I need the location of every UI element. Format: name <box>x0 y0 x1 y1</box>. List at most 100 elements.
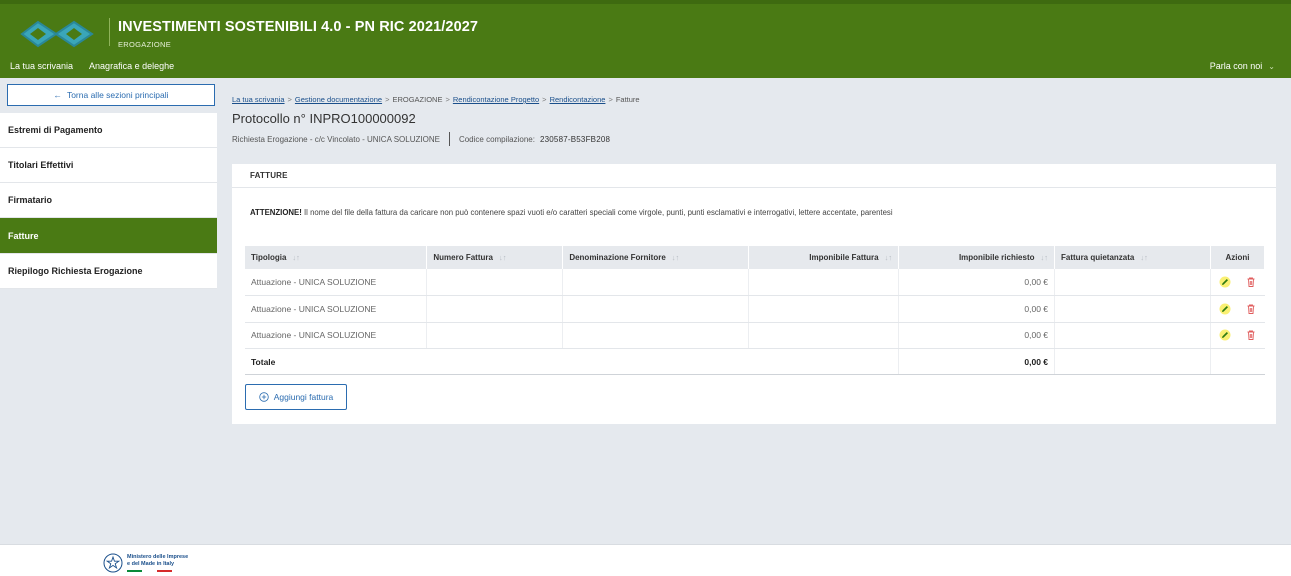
column-header-tipologia[interactable]: Tipologia ↓↑ <box>245 246 428 269</box>
request-type: Richiesta Erogazione - c/c Vincolato - U… <box>232 134 440 144</box>
column-label: Fattura quietanzata <box>1061 253 1135 262</box>
app-header: INVESTIMENTI SOSTENIBILI 4.0 - PN RIC 20… <box>0 0 1291 78</box>
sidebar-item-firmatario[interactable]: Firmatario <box>0 183 217 218</box>
table-row: Attuazione - UNICA SOLUZIONE 0,00 € <box>245 269 1265 296</box>
cell-quietanzata <box>1054 322 1211 349</box>
add-invoice-label: Aggiungi fattura <box>273 392 334 402</box>
footer: Ministero delle Imprese e del Made in It… <box>0 544 1291 576</box>
sidebar-menu: Estremi di Pagamento Titolari Effettivi … <box>0 113 217 289</box>
cell-imponibile-fattura <box>748 295 900 323</box>
pencil-edit-icon[interactable] <box>1219 276 1231 288</box>
code-label: Codice compilazione: <box>458 134 535 144</box>
warning-label: ATTENZIONE! <box>250 208 302 217</box>
total-value: 0,00 € <box>898 348 1056 375</box>
total-label: Totale <box>245 348 900 375</box>
column-header-numero-fattura[interactable]: Numero Fattura ↓↑ <box>426 246 564 269</box>
request-info: Richiesta Erogazione - c/c Vincolato - U… <box>232 132 610 146</box>
total-empty-cell <box>1054 348 1211 375</box>
app-title: INVESTIMENTI SOSTENIBILI 4.0 - PN RIC 20… <box>118 19 479 35</box>
column-header-imponibile-fattura[interactable]: Imponibile Fattura ↓↑ <box>748 246 900 269</box>
row-actions <box>1217 303 1259 315</box>
trash-delete-icon[interactable] <box>1245 303 1257 315</box>
back-to-sections-button[interactable]: ← Torna alle sezioni principali <box>7 84 215 106</box>
plus-circle-icon <box>259 392 269 402</box>
trash-delete-icon[interactable] <box>1245 276 1257 288</box>
back-button-label: Torna alle sezioni principali <box>66 90 169 100</box>
sort-icon[interactable]: ↓↑ <box>1041 253 1049 262</box>
sort-icon[interactable]: ↓↑ <box>1140 253 1148 262</box>
breadcrumb-current: Fatture <box>615 95 640 104</box>
top-nav: La tua scrivania Anagrafica e deleghe <box>10 61 174 71</box>
divider <box>448 132 450 146</box>
cell-quietanzata <box>1054 295 1211 323</box>
breadcrumb-separator: > <box>445 95 450 104</box>
cell-fornitore <box>562 295 750 323</box>
cell-imponibile-richiesto: 0,00 € <box>898 295 1056 323</box>
column-header-denominazione-fornitore[interactable]: Denominazione Fornitore ↓↑ <box>562 246 750 269</box>
nav-item-anagrafica[interactable]: Anagrafica e deleghe <box>89 61 174 71</box>
sort-icon[interactable]: ↓↑ <box>672 253 680 262</box>
cell-fornitore <box>562 269 750 296</box>
cell-quietanzata <box>1054 269 1211 296</box>
code-value: 230587-B53FB208 <box>539 134 611 144</box>
cell-actions <box>1210 269 1265 296</box>
sort-icon[interactable]: ↓↑ <box>885 253 893 262</box>
ministry-line-2: e del Made in Italy <box>127 560 175 567</box>
sort-icon[interactable]: ↓↑ <box>499 253 507 262</box>
ministry-line-1: Ministero delle Imprese <box>127 554 189 560</box>
app-subtitle: EROGAZIONE <box>118 40 172 49</box>
warning-text: Il nome del file della fattura da carica… <box>301 208 893 217</box>
fatture-card: FATTURE ATTENZIONE! Il nome del file del… <box>232 164 1276 424</box>
cell-tipologia: Attuazione - UNICA SOLUZIONE <box>245 269 428 296</box>
row-actions <box>1217 276 1259 288</box>
cell-actions <box>1210 295 1265 323</box>
column-label: Imponibile Fattura <box>809 253 879 262</box>
cell-tipologia: Attuazione - UNICA SOLUZIONE <box>245 322 428 349</box>
cell-fornitore <box>562 322 750 349</box>
pencil-edit-icon[interactable] <box>1219 303 1231 315</box>
invoices-table: Tipologia ↓↑ Numero Fattura ↓↑ Denominazio… <box>245 246 1266 375</box>
page-title: Protocollo n° INPRO100000092 <box>232 111 416 126</box>
column-label: Tipologia <box>251 253 287 262</box>
brand-separator <box>109 18 110 46</box>
cell-imponibile-fattura <box>748 269 900 296</box>
trash-delete-icon[interactable] <box>1245 329 1257 341</box>
breadcrumb-erogazione: EROGAZIONE <box>392 95 443 104</box>
upload-warning: ATTENZIONE! Il nome del file della fattu… <box>250 208 893 217</box>
breadcrumb-separator: > <box>385 95 390 104</box>
column-header-imponibile-richiesto[interactable]: Imponibile richiesto ↓↑ <box>898 246 1056 269</box>
breadcrumb-link-rendicontazione[interactable]: Rendicontazione <box>550 95 606 104</box>
total-empty-cell <box>1210 348 1265 375</box>
breadcrumb-link-gestione[interactable]: Gestione documentazione <box>295 95 382 104</box>
contact-menu[interactable]: Parla con noi ⌄ <box>1210 61 1275 71</box>
infinity-logo-icon[interactable] <box>16 16 98 52</box>
breadcrumb-separator: > <box>608 95 613 104</box>
ministry-name: Ministero delle Imprese e del Made in It… <box>127 554 188 572</box>
add-invoice-button[interactable]: Aggiungi fattura <box>245 384 347 410</box>
ministry-logo[interactable]: Ministero delle Imprese e del Made in It… <box>103 553 188 573</box>
cell-imponibile-richiesto: 0,00 € <box>898 269 1056 296</box>
pencil-edit-icon[interactable] <box>1219 329 1231 341</box>
table-row: Attuazione - UNICA SOLUZIONE 0,00 € <box>245 295 1265 323</box>
column-header-fattura-quietanzata[interactable]: Fattura quietanzata ↓↑ <box>1054 246 1211 269</box>
table-total-row: Totale 0,00 € <box>245 348 1265 375</box>
breadcrumb-separator: > <box>287 95 292 104</box>
nav-item-scrivania[interactable]: La tua scrivania <box>10 61 73 71</box>
cell-imponibile-fattura <box>748 322 900 349</box>
arrow-left-icon: ← <box>53 90 62 100</box>
cell-actions <box>1210 322 1265 349</box>
contact-label: Parla con noi <box>1209 61 1263 71</box>
breadcrumb-link-scrivania[interactable]: La tua scrivania <box>232 95 285 104</box>
table-header-row: Tipologia ↓↑ Numero Fattura ↓↑ Denominazio… <box>245 246 1266 269</box>
breadcrumb-link-rendicontazione-progetto[interactable]: Rendicontazione Progetto <box>453 95 539 104</box>
sidebar-item-riepilogo[interactable]: Riepilogo Richiesta Erogazione <box>0 254 217 289</box>
breadcrumb-separator: > <box>542 95 547 104</box>
cell-numero-fattura <box>426 322 564 349</box>
sidebar: ← Torna alle sezioni principali Estremi … <box>0 78 217 544</box>
sort-icon[interactable]: ↓↑ <box>292 253 300 262</box>
sidebar-item-fatture[interactable]: Fatture <box>0 218 217 254</box>
italian-flag-bar <box>127 570 188 572</box>
column-label: Numero Fattura <box>433 253 493 262</box>
sidebar-item-titolari-effettivi[interactable]: Titolari Effettivi <box>0 148 217 183</box>
sidebar-item-estremi-pagamento[interactable]: Estremi di Pagamento <box>0 113 217 148</box>
